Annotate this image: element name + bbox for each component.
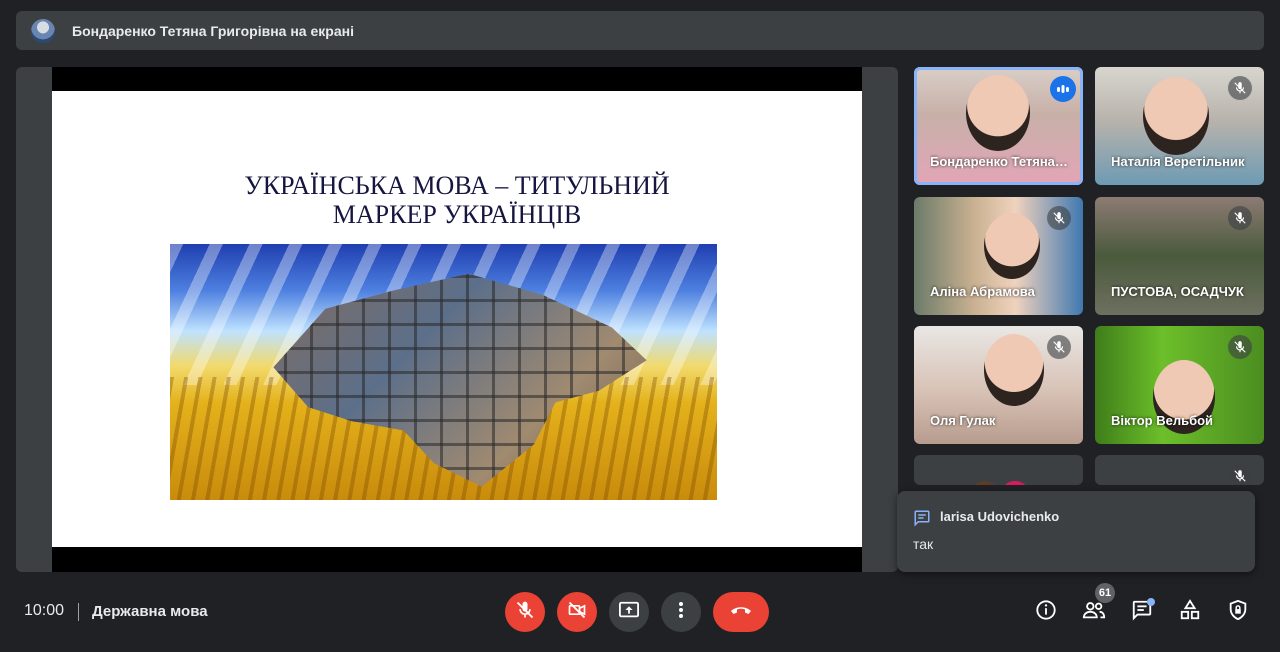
slide-frame: УКРАЇНСЬКА МОВА – ТИТУЛЬНИЙ МАРКЕР УКРАЇ… (52, 67, 862, 572)
mic-off-icon (1047, 206, 1071, 230)
avatar (1000, 481, 1030, 485)
info-icon (1035, 599, 1057, 626)
participant-name: ПУСТОВА, ОСАДЧУК (1111, 284, 1244, 299)
mic-off-icon (1228, 206, 1252, 230)
leave-call-button[interactable] (713, 592, 769, 632)
slide-image (170, 244, 717, 500)
presentation-stage[interactable]: УКРАЇНСЬКА МОВА – ТИТУЛЬНИЙ МАРКЕР УКРАЇ… (16, 67, 898, 572)
participant-count-badge: 61 (1095, 583, 1115, 603)
mic-off-icon (515, 600, 535, 625)
participant-video (984, 334, 1044, 406)
avatar (970, 481, 1000, 485)
mic-off-icon (1228, 76, 1252, 100)
participant-name: Віктор Вельбой (1111, 413, 1214, 428)
clock: 10:00 (24, 602, 65, 619)
present-screen-button[interactable] (609, 592, 649, 632)
bottom-toolbar: 10:00 Державна мова 61 (0, 572, 1280, 652)
participant-video (984, 213, 1040, 279)
chat-notification[interactable]: larisa Udovichenko так (897, 491, 1255, 572)
activities-button[interactable] (1177, 598, 1203, 626)
participant-name: Наталія Веретільник (1111, 154, 1245, 169)
slide-title-line-2: МАРКЕР УКРАЇНЦІВ (332, 200, 582, 229)
presenter-text: Бондаренко Тетяна Григорівна на екрані (72, 22, 354, 39)
host-controls-button[interactable] (1225, 599, 1251, 625)
chat-sender: larisa Udovichenko (940, 509, 1060, 524)
participant-video (1143, 77, 1209, 155)
slide-title: УКРАЇНСЬКА МОВА – ТИТУЛЬНИЙ МАРКЕР УКРАЇ… (52, 171, 862, 229)
slide-title-line-1: УКРАЇНСЬКА МОВА – ТИТУЛЬНИЙ (244, 171, 670, 200)
mic-off-icon (1228, 335, 1252, 359)
presenter-banner: Бондаренко Тетяна Григорівна на екрані (16, 11, 1264, 50)
participant-name: Аліна Абрамова (930, 284, 1035, 299)
mic-off-icon (1228, 464, 1252, 485)
unread-indicator (1147, 598, 1155, 606)
speaking-indicator-icon (1050, 76, 1076, 102)
participant-tile[interactable]: Віктор Вельбой (1095, 326, 1264, 444)
participant-tile[interactable]: Оля Гулак (914, 326, 1083, 444)
shapes-icon (1179, 598, 1201, 626)
shield-lock-icon (1227, 599, 1249, 626)
meeting-details-button[interactable] (1033, 599, 1059, 625)
meeting-title: Державна мова (92, 603, 208, 620)
present-screen-icon (618, 600, 640, 625)
participant-tile[interactable]: Наталія Веретільник (1095, 67, 1264, 185)
presenter-avatar (31, 18, 55, 43)
more-vert-icon (678, 601, 684, 624)
people-icon (1082, 600, 1106, 625)
participant-video (966, 75, 1030, 151)
participant-tile[interactable]: Бондаренко Тетяна Григорівна (914, 67, 1083, 185)
camera-off-icon (567, 600, 587, 625)
camera-toggle-button[interactable] (557, 592, 597, 632)
mic-off-icon (1047, 335, 1071, 359)
participant-tile[interactable]: Аліна Абрамова (914, 197, 1083, 315)
participant-tile[interactable] (1095, 455, 1264, 485)
participant-tile[interactable]: ПУСТОВА, ОСАДЧУК (1095, 197, 1264, 315)
chat-bubble-icon (913, 509, 931, 532)
divider (78, 603, 79, 621)
hangup-icon (729, 603, 753, 621)
more-options-button[interactable] (661, 592, 701, 632)
mic-toggle-button[interactable] (505, 592, 545, 632)
participant-name: Оля Гулак (930, 413, 996, 428)
participant-name: Бондаренко Тетяна Григорівна (930, 154, 1070, 169)
chat-message: так (913, 536, 934, 552)
participant-tile[interactable] (914, 455, 1083, 485)
slide: УКРАЇНСЬКА МОВА – ТИТУЛЬНИЙ МАРКЕР УКРАЇ… (52, 91, 862, 547)
